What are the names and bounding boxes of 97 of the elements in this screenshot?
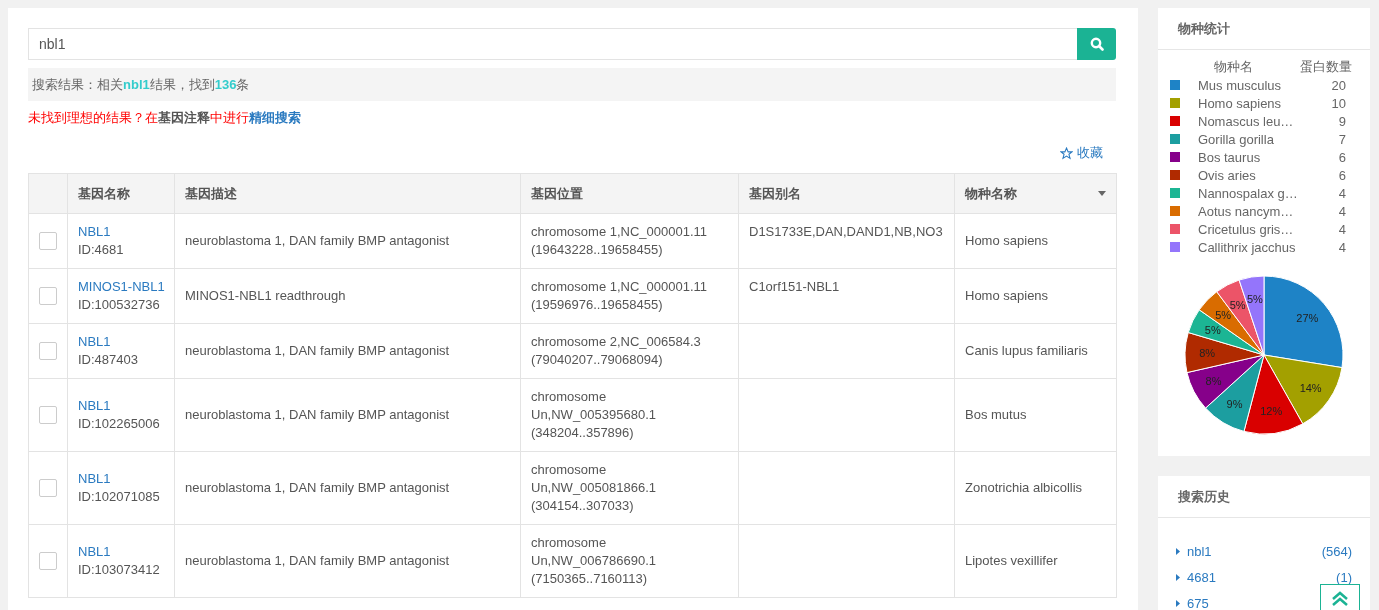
species-name: Gorilla gorilla	[1198, 131, 1275, 147]
species-count: 4	[1337, 221, 1347, 237]
species-name: Cricetulus gris…	[1198, 221, 1295, 237]
row-checkbox[interactable]	[39, 287, 57, 305]
location-cell: chromosome 1,NC_000001.11 (19596976..19658455)	[520, 268, 739, 324]
slice-label: 5%	[1229, 298, 1246, 311]
panel-title: 搜索历史	[1158, 476, 1370, 518]
species-count: 4	[1337, 239, 1347, 255]
species-count: 9	[1337, 113, 1347, 129]
slice-label: 14%	[1299, 381, 1322, 394]
history-link[interactable]: nbl1	[1187, 543, 1212, 559]
species-name: Ovis aries	[1198, 167, 1257, 183]
triangle-icon	[1176, 573, 1180, 581]
species-cell: Bos mutus	[954, 378, 1117, 452]
row-checkbox[interactable]	[39, 552, 57, 570]
location-cell: chromosome 1,NC_000001.11 (19643228..19658455)	[520, 213, 739, 269]
history-count: (564)	[1321, 543, 1352, 559]
star-icon	[1060, 146, 1073, 160]
location-cell: chromosome Un,NW_005081866.1 (304154..307033)	[520, 451, 739, 525]
gene-name-link[interactable]: MINOS1-NBL1	[78, 278, 170, 296]
gene-id: ID:102071085	[78, 488, 161, 506]
search-button[interactable]	[1077, 28, 1116, 60]
slice-label: 27%	[1296, 312, 1319, 325]
species-count: 6	[1337, 167, 1347, 183]
hint-text: 未找到理想的结果？在基因注释中进行	[28, 109, 249, 127]
location-cell: chromosome Un,NW_005395680.1 (348204..357896)	[520, 378, 739, 452]
gene-id: ID:4681	[78, 241, 125, 259]
gene-id: ID:487403	[78, 351, 139, 369]
description-cell: neuroblastoma 1, DAN family BMP antagonist	[174, 213, 521, 269]
description-cell: neuroblastoma 1, DAN family BMP antagonist	[174, 323, 521, 379]
row-checkbox[interactable]	[39, 232, 57, 250]
species-count: 7	[1337, 131, 1347, 147]
slice-label: 12%	[1260, 405, 1283, 418]
slice-label: 5%	[1246, 292, 1263, 305]
column-header: 基因位置	[520, 173, 739, 214]
triangle-icon	[1176, 599, 1180, 607]
history-link[interactable]: 4681	[1187, 569, 1216, 585]
species-cell: Zonotrichia albicollis	[954, 451, 1117, 525]
row-checkbox[interactable]	[39, 342, 57, 360]
row-checkbox[interactable]	[39, 406, 57, 424]
legend-header: 蛋白数量	[1300, 58, 1352, 76]
description-cell: MINOS1-NBL1 readthrough	[174, 268, 521, 324]
search-field[interactable]: nbl1	[28, 28, 1077, 60]
species-count: 6	[1337, 149, 1347, 165]
species-name: Aotus nancym…	[1198, 203, 1295, 219]
column-header[interactable]: 物种名称	[954, 173, 1117, 214]
gene-name-link[interactable]: NBL1	[78, 470, 170, 488]
history-count: (1)	[1336, 569, 1352, 585]
slice-label: 8%	[1199, 347, 1216, 360]
gene-id: ID:100532736	[78, 296, 161, 314]
legend-header: 物种名	[1214, 58, 1253, 76]
slice-label: 8%	[1205, 375, 1222, 388]
description-cell: neuroblastoma 1, DAN family BMP antagonist	[174, 451, 521, 525]
species-name: Mus musculus	[1198, 77, 1283, 93]
back-to-top-button[interactable]	[1320, 584, 1360, 610]
species-name: Bos taurus	[1198, 149, 1262, 165]
search-summary: 搜索结果：相关nbl1结果，找到136条	[28, 68, 1116, 101]
slice-label: 5%	[1204, 324, 1221, 337]
favorite-link[interactable]: 收藏	[1060, 144, 1103, 162]
gene-name-link[interactable]: NBL1	[78, 397, 170, 415]
species-name: Nannospalax g…	[1198, 185, 1299, 201]
gene-id: ID:103073412	[78, 561, 161, 579]
triangle-icon	[1176, 547, 1180, 555]
slice-label: 5%	[1215, 309, 1232, 322]
search-icon	[1089, 37, 1104, 51]
row-checkbox[interactable]	[39, 479, 57, 497]
slice-label: 9%	[1226, 397, 1243, 410]
location-cell: chromosome Un,NW_006786690.1 (7150365..7160113)	[520, 524, 739, 598]
species-name: Nomascus leu…	[1198, 113, 1295, 129]
panel-title: 物种统计	[1158, 8, 1370, 50]
gene-name-link[interactable]: NBL1	[78, 223, 170, 241]
caret-icon	[1098, 191, 1106, 196]
gene-name-link[interactable]: NBL1	[78, 543, 170, 561]
species-count: 20	[1330, 77, 1347, 93]
column-header: 基因描述	[174, 173, 521, 214]
double-chevron-up-icon	[1331, 591, 1349, 607]
advanced-search-link[interactable]: 精细搜索	[249, 109, 301, 127]
history-link[interactable]: 675	[1187, 595, 1209, 610]
column-header: 基因名称	[67, 173, 175, 214]
gene-id: ID:102265006	[78, 415, 161, 433]
species-count: 4	[1337, 203, 1347, 219]
header-label: 物种名称	[965, 184, 1017, 203]
species-name: Callithrix jacchus	[1198, 239, 1297, 255]
alias-cell: C1orf151-NBL1	[738, 268, 955, 324]
species-cell: Homo sapiens	[954, 213, 1117, 269]
species-cell: Homo sapiens	[954, 268, 1117, 324]
species-count: 10	[1330, 95, 1347, 111]
gene-name-link[interactable]: NBL1	[78, 333, 170, 351]
description-cell: neuroblastoma 1, DAN family BMP antagonist	[174, 524, 521, 598]
species-name: Homo sapiens	[1198, 95, 1283, 111]
location-cell: chromosome 2,NC_006584.3 (79040207..79068094)	[520, 323, 739, 379]
description-cell: neuroblastoma 1, DAN family BMP antagonist	[174, 378, 521, 452]
alias-cell: D1S1733E,DAN,DAND1,NB,NO3	[738, 213, 955, 269]
species-count: 4	[1337, 185, 1347, 201]
column-header: 基因别名	[738, 173, 955, 214]
species-cell: Canis lupus familiaris	[954, 323, 1117, 379]
species-cell: Lipotes vexillifer	[954, 524, 1117, 598]
